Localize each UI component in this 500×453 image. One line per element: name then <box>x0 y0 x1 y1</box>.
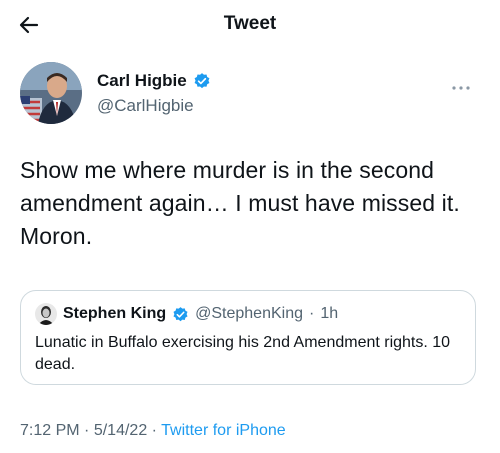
quoted-author-handle: @StephenKing <box>195 305 303 322</box>
quoted-tweet-text: Lunatic in Buffalo exercising his 2nd Am… <box>35 334 451 373</box>
separator-dot: · <box>84 422 90 439</box>
quoted-timestamp: 1h <box>320 305 339 322</box>
more-horizontal-icon <box>452 86 470 90</box>
more-options-button[interactable] <box>448 80 474 96</box>
tweet-time: 7:12 PM <box>20 422 80 439</box>
author-avatar[interactable] <box>20 62 82 124</box>
verified-badge-icon <box>173 306 188 321</box>
quoted-tweet-header: Stephen King @StephenKing · 1h <box>35 303 338 325</box>
author-handle[interactable]: @CarlHigbie <box>97 96 194 116</box>
tweet-text: Show me where murder is in the second am… <box>20 157 460 249</box>
separator-dot: · <box>151 422 157 439</box>
tweet-date: 5/14/22 <box>93 422 148 439</box>
quoted-author-avatar <box>35 303 57 325</box>
verified-badge-icon <box>194 73 210 89</box>
quoted-author-name: Stephen King <box>63 305 167 322</box>
author-name[interactable]: Carl Higbie <box>97 71 211 91</box>
tweet-source-link[interactable]: Twitter for iPhone <box>161 422 286 439</box>
separator-dot: · <box>308 305 315 322</box>
page-title: Tweet <box>223 13 277 34</box>
quoted-tweet[interactable]: Stephen King @StephenKing · 1h Lunatic i… <box>20 290 476 385</box>
tweet-author: Carl Higbie @CarlHigbie <box>20 62 480 132</box>
tweet-metadata: 7:12 PM · 5/14/22 · Twitter for iPhone <box>20 422 286 440</box>
tweet-header: Tweet <box>0 0 500 50</box>
